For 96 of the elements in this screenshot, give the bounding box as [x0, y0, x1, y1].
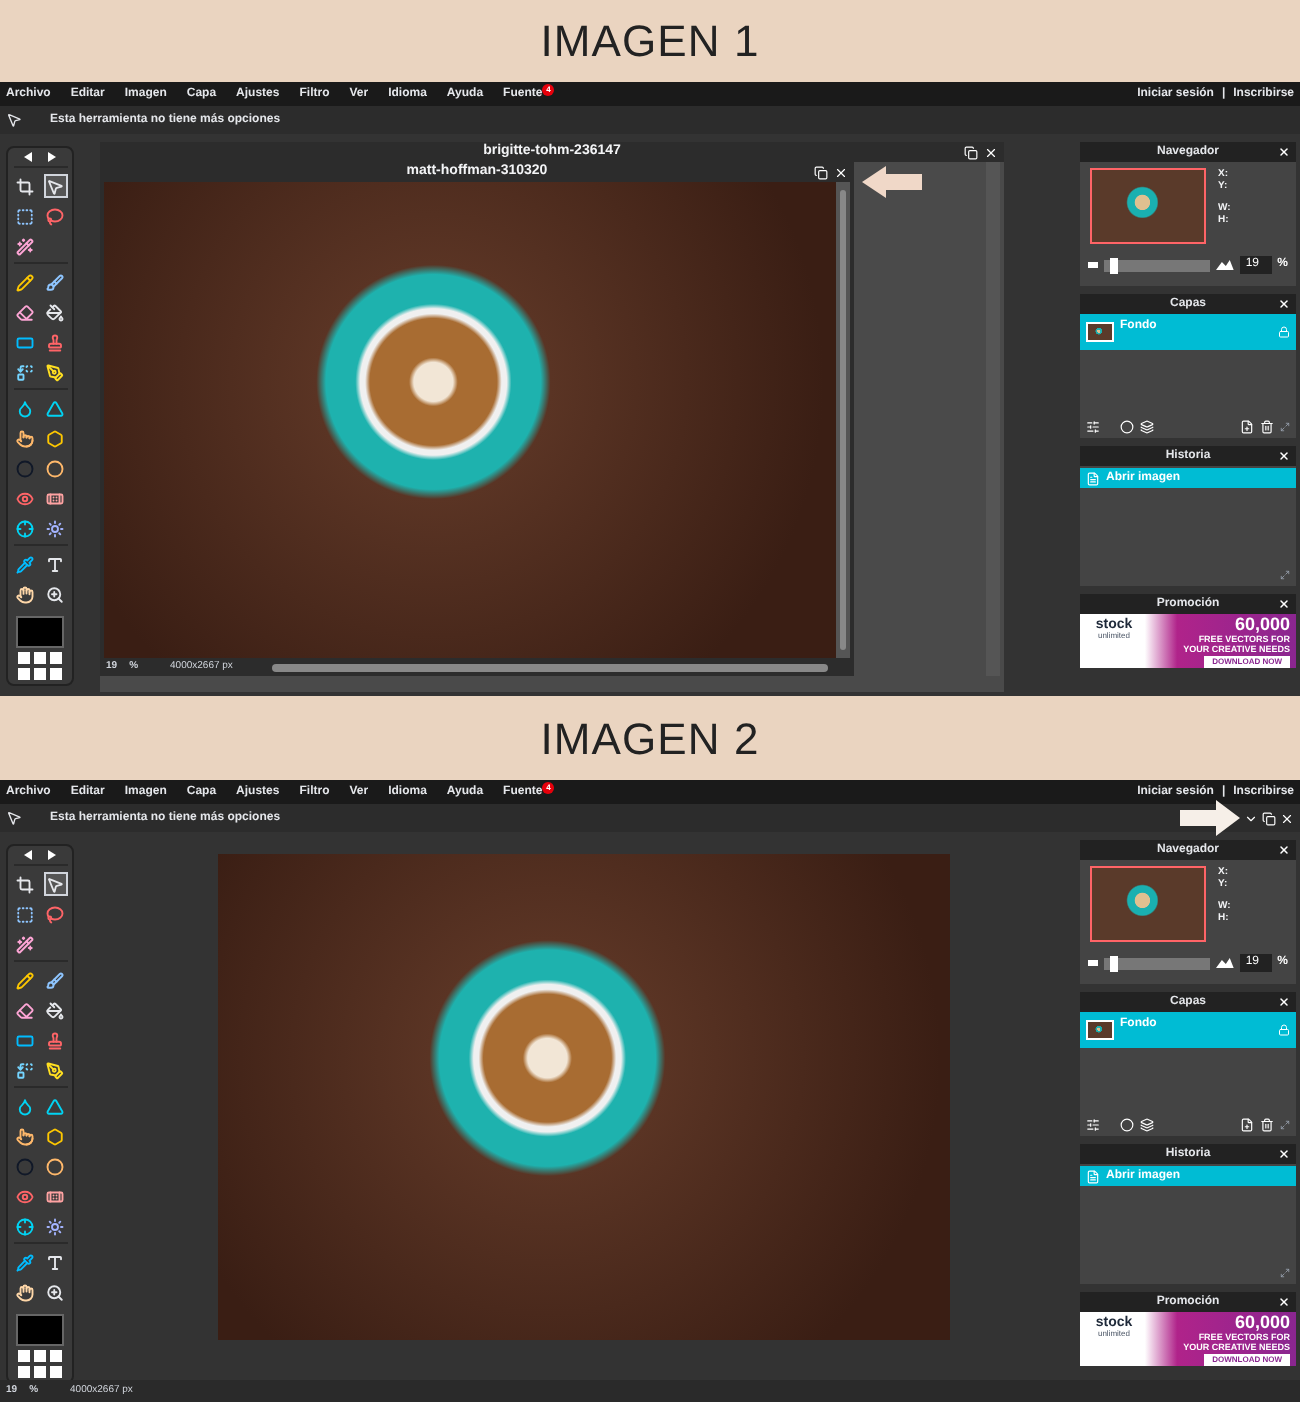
- zoom-slider[interactable]: [1103, 259, 1210, 271]
- pipette-icon[interactable]: [13, 1250, 37, 1274]
- section-heading: IMAGEN 2: [540, 711, 760, 767]
- close-icon[interactable]: [834, 165, 848, 179]
- pencil-icon[interactable]: [13, 968, 37, 992]
- hand-icon[interactable]: [13, 582, 37, 606]
- lasso-icon[interactable]: [43, 204, 67, 228]
- close-icon[interactable]: [1278, 450, 1290, 462]
- close-icon[interactable]: [1278, 1148, 1290, 1160]
- restore-icon[interactable]: [1262, 811, 1276, 825]
- large-mountain-icon: [1215, 260, 1234, 270]
- vertical-scrollbar[interactable]: [986, 162, 1000, 676]
- marquee-icon[interactable]: [13, 902, 37, 926]
- settings-icon[interactable]: [1086, 420, 1100, 434]
- type-icon[interactable]: [43, 552, 67, 576]
- trash-icon[interactable]: [1260, 420, 1274, 434]
- right-arrow-icon: [1180, 800, 1240, 836]
- resize-icon[interactable]: [1280, 570, 1290, 580]
- resize-icon[interactable]: [1280, 1268, 1290, 1278]
- resize-icon[interactable]: [1280, 1120, 1290, 1130]
- left-arrow-icon[interactable]: [24, 850, 32, 860]
- layers-icon[interactable]: [1140, 1118, 1154, 1132]
- eraser-icon[interactable]: [13, 998, 37, 1022]
- close-icon[interactable]: [1278, 298, 1290, 310]
- lock-icon: [1278, 1024, 1290, 1036]
- close-icon[interactable]: [1280, 811, 1294, 825]
- lasso-icon[interactable]: [43, 902, 67, 926]
- left-arrow-icon: [862, 166, 922, 198]
- triangle-icon[interactable]: [43, 1094, 67, 1118]
- droplet-icon[interactable]: [13, 1094, 37, 1118]
- eraser-icon[interactable]: [13, 300, 37, 324]
- resize-icon[interactable]: [1280, 422, 1290, 432]
- close-icon[interactable]: [1278, 1296, 1290, 1308]
- horizontal-scrollbar[interactable]: [272, 663, 828, 671]
- color-swatch[interactable]: [16, 1314, 64, 1346]
- ad-headline: 60,000: [1234, 616, 1290, 634]
- pencil-icon[interactable]: [13, 270, 37, 294]
- zoom-slider[interactable]: [1103, 957, 1210, 969]
- close-icon[interactable]: [984, 145, 998, 159]
- pen-icon[interactable]: [43, 360, 67, 384]
- slider-thumb[interactable]: [1109, 257, 1118, 273]
- type-icon[interactable]: [43, 1250, 67, 1274]
- close-icon[interactable]: [1278, 146, 1290, 158]
- brush-icon[interactable]: [43, 270, 67, 294]
- large-mountain-icon: [1215, 958, 1234, 968]
- move-icon: [6, 112, 22, 128]
- right-arrow-icon[interactable]: [48, 152, 56, 162]
- wand-icon[interactable]: [13, 932, 37, 956]
- grid-icon[interactable]: [18, 652, 62, 680]
- bucket-icon[interactable]: [43, 300, 67, 324]
- wand-icon[interactable]: [13, 234, 37, 258]
- triangle-icon[interactable]: [43, 396, 67, 420]
- section-heading: IMAGEN 1: [540, 14, 760, 70]
- document-icon: [1086, 1169, 1100, 1183]
- restore-icon[interactable]: [814, 165, 828, 179]
- pipette-icon[interactable]: [13, 552, 37, 576]
- stamp-icon[interactable]: [43, 330, 67, 354]
- hand-icon[interactable]: [13, 1280, 37, 1304]
- new-layer-icon[interactable]: [1240, 420, 1254, 434]
- dropdown-icon[interactable]: [1244, 811, 1258, 825]
- layers-icon[interactable]: [1140, 420, 1154, 434]
- replace-icon[interactable]: [13, 360, 37, 384]
- photo-placeholder: [1088, 1022, 1112, 1038]
- move-icon: [6, 810, 22, 826]
- document-icon: [1086, 471, 1100, 485]
- finger-icon[interactable]: [13, 1124, 37, 1148]
- vertical-scrollbar[interactable]: [836, 182, 850, 658]
- move-icon[interactable]: [43, 872, 67, 896]
- brush-icon[interactable]: [43, 968, 67, 992]
- trash-icon[interactable]: [1260, 1118, 1274, 1132]
- finger-icon[interactable]: [13, 426, 37, 450]
- left-arrow-icon[interactable]: [24, 152, 32, 162]
- settings-icon[interactable]: [1086, 1118, 1100, 1132]
- zoom-icon[interactable]: [43, 1280, 67, 1304]
- crop-icon[interactable]: [13, 174, 37, 198]
- photo-placeholder: [1088, 324, 1112, 340]
- crop-icon[interactable]: [13, 872, 37, 896]
- marquee-icon[interactable]: [13, 204, 37, 228]
- replace-icon[interactable]: [13, 1058, 37, 1082]
- close-icon[interactable]: [1278, 844, 1290, 856]
- close-icon[interactable]: [1278, 996, 1290, 1008]
- close-icon[interactable]: [1278, 598, 1290, 610]
- bucket-icon[interactable]: [43, 998, 67, 1022]
- new-layer-icon[interactable]: [1240, 1118, 1254, 1132]
- slider-thumb[interactable]: [1109, 955, 1118, 971]
- move-icon[interactable]: [43, 174, 67, 198]
- zoom-icon[interactable]: [43, 582, 67, 606]
- grid-icon[interactable]: [18, 1350, 62, 1378]
- droplet-icon[interactable]: [13, 396, 37, 420]
- right-arrow-icon[interactable]: [48, 850, 56, 860]
- restore-icon[interactable]: [964, 145, 978, 159]
- color-swatch[interactable]: [16, 616, 64, 648]
- lock-icon: [1278, 326, 1290, 338]
- ad-headline: 60,000: [1234, 1314, 1290, 1332]
- pen-icon[interactable]: [43, 1058, 67, 1082]
- stamp-icon[interactable]: [43, 1028, 67, 1052]
